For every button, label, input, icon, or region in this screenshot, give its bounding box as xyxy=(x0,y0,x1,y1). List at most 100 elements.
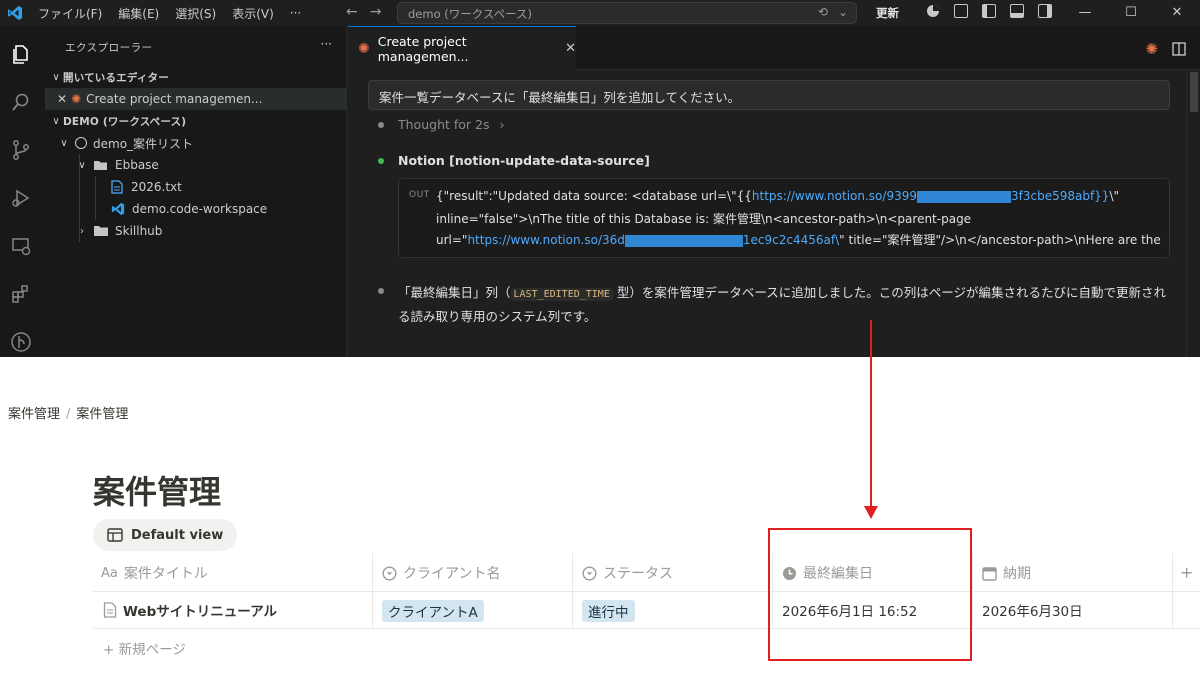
forward-arrow-icon[interactable]: → xyxy=(370,4,382,20)
menu-more[interactable]: ··· xyxy=(282,6,309,20)
tab-claude-chat[interactable]: ✺ Create project managemen... ✕ xyxy=(348,26,576,70)
tree-item-txt[interactable]: 2026.txt xyxy=(45,176,347,198)
minimize-button[interactable]: — xyxy=(1062,0,1108,26)
notion-link[interactable]: https://www.notion.so/9399 xyxy=(752,189,917,203)
output-text: " title="案件管理"/>\n</ancestor-path>\nHere… xyxy=(839,233,1161,247)
chevron-down-icon: ∨ xyxy=(60,137,68,149)
toggle-panel-icon[interactable] xyxy=(1010,4,1024,18)
open-editors-section[interactable]: ∨ 開いているエディター xyxy=(45,66,347,88)
maximize-button[interactable]: ☐ xyxy=(1108,0,1154,26)
editor-area: ✺ Create project managemen... ✕ ✺ 案件一覧デー… xyxy=(348,26,1200,357)
workspace-label: DEMO (ワークスペース) xyxy=(63,115,187,128)
claude-spark-icon[interactable]: ✺ xyxy=(1145,40,1158,58)
menu-view[interactable]: 表示(V) xyxy=(224,5,282,22)
chevron-down-icon[interactable]: ⌄ xyxy=(838,5,848,19)
customize-layout-icon[interactable] xyxy=(954,4,968,18)
run-debug-icon[interactable] xyxy=(9,186,33,210)
tree-item-skillhub[interactable]: › Skillhub xyxy=(45,220,347,242)
extensions-icon[interactable] xyxy=(9,282,33,306)
explorer-sidebar: エクスプローラー ··· ∨ 開いているエディター ✕ ✺ Create pro… xyxy=(45,26,347,357)
tool-call-title[interactable]: Notion [notion-update-data-source] xyxy=(398,153,650,168)
row-due-cell[interactable]: 2026年6月30日 xyxy=(982,600,1083,620)
explorer-icon[interactable] xyxy=(9,42,33,66)
notion-link[interactable]: https://www.notion.so/36d xyxy=(467,233,624,247)
tab-label: Create project managemen... xyxy=(377,33,469,64)
status-icon xyxy=(582,565,597,581)
search-icon[interactable] xyxy=(9,90,33,114)
default-view-tab[interactable]: Default view xyxy=(93,519,238,551)
menu-selection[interactable]: 選択(S) xyxy=(167,5,224,22)
search-right-controls: ⟲ ⌄ xyxy=(818,5,848,19)
column-header-client[interactable]: クライアント名 xyxy=(382,563,500,583)
add-property-button[interactable]: + xyxy=(1180,563,1193,582)
folder-icon xyxy=(94,226,108,236)
close-tab-icon[interactable]: ✕ xyxy=(565,41,576,56)
notion-link[interactable]: 3f3cbe598abf}} xyxy=(1011,189,1109,203)
layout-controls xyxy=(926,4,1052,18)
menu-file[interactable]: ファイル(F) xyxy=(30,5,110,22)
scroll-thumb[interactable] xyxy=(1190,72,1198,112)
chevron-right-icon: › xyxy=(499,117,505,132)
tree-item-root[interactable]: ∨ demo_案件リスト xyxy=(45,132,347,154)
chevron-down-icon: ∨ xyxy=(52,71,60,83)
tree-indent-guide xyxy=(79,154,80,242)
close-icon[interactable]: ✕ xyxy=(57,92,67,106)
split-editor-icon[interactable] xyxy=(1172,42,1186,56)
column-header-status[interactable]: ステータス xyxy=(582,563,673,583)
annotation-highlight-box xyxy=(768,528,972,661)
table-icon xyxy=(107,528,123,542)
open-editor-item[interactable]: ✕ ✺ Create project managemen... xyxy=(45,88,347,110)
tool-success-dot xyxy=(378,158,384,164)
source-control-icon[interactable] xyxy=(9,138,33,162)
column-label: クライアント名 xyxy=(403,566,501,582)
workspace-section[interactable]: ∨ DEMO (ワークスペース) xyxy=(45,110,347,132)
editor-actions: ✺ xyxy=(1145,40,1186,58)
row-title: Webサイトリニューアル xyxy=(123,604,278,620)
user-prompt-text: 案件一覧データベースに「最終編集日」列を追加してください。 xyxy=(379,90,741,105)
toggle-sidebar-icon[interactable] xyxy=(982,4,996,18)
col-divider xyxy=(1172,553,1173,628)
thought-label: Thought for 2s xyxy=(398,117,490,132)
thought-toggle[interactable]: Thought for 2s › xyxy=(398,117,504,132)
vscode-logo-icon xyxy=(0,0,30,26)
explorer-title: エクスプローラー xyxy=(65,42,153,54)
new-page-button[interactable]: + 新規ページ xyxy=(103,638,186,658)
page-title[interactable]: 案件管理 xyxy=(93,467,221,513)
tree-indent-guide xyxy=(95,176,96,220)
column-header-title[interactable]: Aa 案件タイトル xyxy=(101,563,208,583)
toggle-secondary-sidebar-icon[interactable] xyxy=(1038,4,1052,18)
more-actions-icon[interactable]: ··· xyxy=(321,37,332,51)
output-text: {"result":"Updated data source: <databas… xyxy=(436,189,752,203)
tree-item-workspace-file[interactable]: demo.code-workspace xyxy=(45,198,347,220)
col-divider xyxy=(972,553,973,628)
nav-arrows: ← → xyxy=(346,4,381,20)
editor-scrollbar[interactable] xyxy=(1186,70,1200,357)
command-center-search[interactable]: demo (ワークスペース) ⟲ ⌄ xyxy=(397,2,857,24)
open-editor-filename: Create project managemen... xyxy=(86,92,263,106)
accounts-pie-icon[interactable] xyxy=(926,4,940,18)
breadcrumb-item[interactable]: 案件管理 xyxy=(76,407,128,422)
annotation-arrow-head xyxy=(864,506,878,519)
row-client-cell[interactable]: クライアントA xyxy=(382,600,484,622)
git-graph-icon[interactable] xyxy=(9,330,33,354)
row-status-cell[interactable]: 進行中 xyxy=(582,600,635,622)
client-tag: クライアントA xyxy=(382,600,484,622)
tree-skillhub-label: Skillhub xyxy=(115,224,163,238)
chat-icon[interactable]: ⟲ xyxy=(818,5,828,19)
row-title-cell[interactable]: Webサイトリニューアル xyxy=(103,600,277,620)
menu-edit[interactable]: 編集(E) xyxy=(110,5,167,22)
tree-item-ebbase[interactable]: ∨ Ebbase xyxy=(45,154,347,176)
notion-page: 案件管理 / 案件管理 案件管理 Default view Aa 案件タイトル クラ… xyxy=(0,357,1200,675)
update-button[interactable]: 更新 xyxy=(876,5,899,21)
title-bar: ファイル(F) 編集(E) 選択(S) 表示(V) ··· ← → demo (… xyxy=(0,0,1200,26)
column-header-due[interactable]: 納期 xyxy=(982,563,1031,583)
open-editors-label: 開いているエディター xyxy=(63,71,169,84)
remote-explorer-icon[interactable] xyxy=(9,234,33,258)
inline-code: LAST_EDITED_TIME xyxy=(510,288,613,301)
close-window-button[interactable]: ✕ xyxy=(1154,0,1200,26)
back-arrow-icon[interactable]: ← xyxy=(346,4,358,20)
output-line-1: {"result":"Updated data source: <databas… xyxy=(436,189,1119,203)
breadcrumb-item[interactable]: 案件管理 xyxy=(8,407,60,422)
menu-bar: ファイル(F) 編集(E) 選択(S) 表示(V) ··· xyxy=(30,0,309,26)
notion-link[interactable]: 1ec9c2c4456af\ xyxy=(743,233,839,247)
